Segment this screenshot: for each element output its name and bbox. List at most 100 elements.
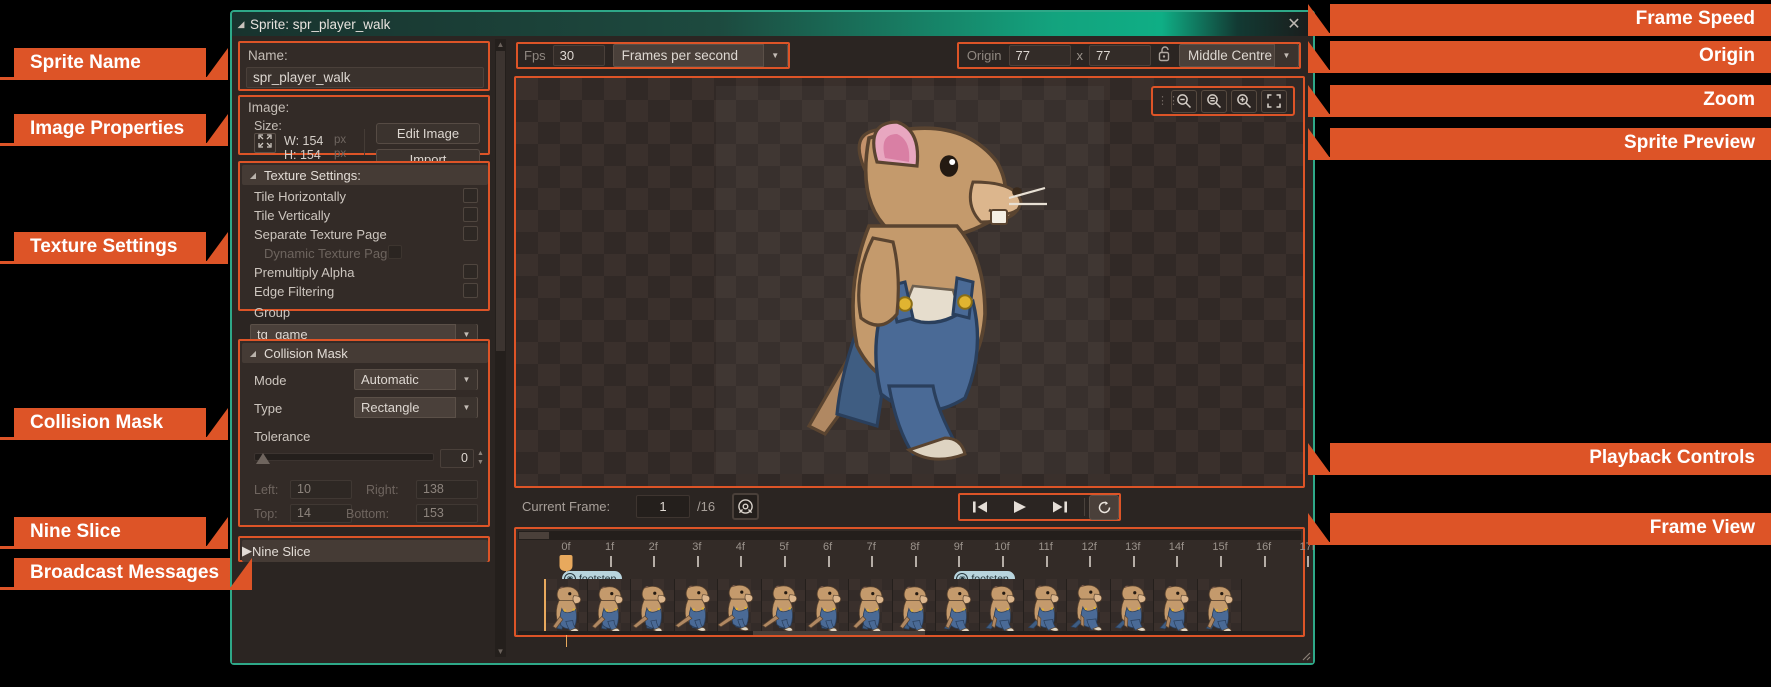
frame-view: 0f 1f 2f 3f 4f 5f 6f 7f 8f 9f 10f 11f 12f 13f 14f 15f 16… bbox=[514, 527, 1315, 647]
loop-toggle-icon[interactable] bbox=[1089, 494, 1119, 520]
frame-thumbnails[interactable] bbox=[518, 579, 1301, 635]
premultiply-alpha-checkbox[interactable] bbox=[463, 264, 478, 279]
frame-thumbnail[interactable] bbox=[544, 579, 588, 635]
sprite-name-input[interactable]: spr_player_walk bbox=[246, 67, 484, 88]
frame-thumbnail[interactable] bbox=[1110, 579, 1155, 635]
nine-slice-header[interactable]: ▶ Nine Slice bbox=[242, 540, 488, 562]
zoom-reset-icon[interactable] bbox=[1201, 89, 1227, 113]
annotation-leader-left-2 bbox=[0, 261, 228, 264]
frame-thumbnail[interactable] bbox=[892, 579, 937, 635]
chevron-down-icon[interactable]: ▼ bbox=[1274, 44, 1298, 67]
frame-thumbnail[interactable] bbox=[1198, 579, 1242, 635]
tile-horizontally-checkbox[interactable] bbox=[463, 188, 478, 203]
ruler-tick bbox=[827, 556, 830, 567]
ruler-tick-label: 15f bbox=[1212, 541, 1228, 553]
frame-thumbnail[interactable] bbox=[849, 579, 893, 635]
playhead-handle[interactable] bbox=[559, 555, 573, 571]
chevron-down-icon[interactable]: ▼ bbox=[762, 44, 787, 67]
collision-mask-header[interactable]: ◢ Collision Mask bbox=[242, 343, 488, 363]
close-icon[interactable]: ✕ bbox=[1281, 12, 1307, 36]
chevron-down-icon[interactable]: ▼ bbox=[455, 397, 477, 418]
skip-to-start-icon[interactable] bbox=[960, 493, 1000, 521]
zoom-out-icon[interactable] bbox=[1171, 89, 1197, 113]
current-frame-label: Current Frame: bbox=[522, 499, 611, 514]
texture-settings-header[interactable]: ◢ Texture Settings: bbox=[242, 165, 488, 185]
play-icon[interactable] bbox=[1000, 493, 1040, 521]
frame-thumbnail[interactable] bbox=[936, 579, 980, 635]
resize-arrows-icon[interactable] bbox=[254, 133, 276, 153]
annotation-leader-left-1 bbox=[0, 143, 228, 146]
frame-thumbnail[interactable] bbox=[805, 579, 850, 635]
ruler-tick bbox=[871, 556, 874, 567]
frame-thumbnail[interactable] bbox=[1067, 579, 1111, 635]
edge-filtering-checkbox[interactable] bbox=[463, 283, 478, 298]
ruler-tick-label: 4f bbox=[735, 541, 745, 553]
annotation-label-right-3: Sprite Preview bbox=[1308, 128, 1771, 158]
scroll-down-icon[interactable]: ▼ bbox=[496, 646, 505, 657]
frame-strip-scrollbar[interactable] bbox=[518, 631, 1301, 635]
ruler-tick bbox=[1263, 556, 1266, 567]
dynamic-texture-page-label: Dynamic Texture Page bbox=[264, 246, 395, 261]
dynamic-texture-page-checkbox bbox=[388, 245, 402, 259]
size-label: Size: bbox=[254, 119, 282, 133]
tolerance-stepper[interactable]: ▲ ▼ bbox=[474, 449, 487, 468]
ruler-tick-label: 11f bbox=[1038, 541, 1053, 553]
collision-type-select[interactable]: Rectangle ▼ bbox=[354, 397, 478, 418]
edit-image-button[interactable]: Edit Image bbox=[376, 123, 480, 144]
scrollbar-thumb[interactable] bbox=[496, 51, 505, 351]
frame-speed-group: Fps 30 Frames per second ▼ bbox=[516, 42, 790, 69]
current-frame-input[interactable]: 1 bbox=[636, 495, 690, 518]
scrollbar-thumb[interactable] bbox=[519, 532, 549, 539]
skip-to-end-icon[interactable] bbox=[1040, 493, 1080, 521]
frame-thumbnail[interactable] bbox=[1023, 579, 1068, 635]
origin-x-input[interactable]: 77 bbox=[1008, 45, 1071, 66]
drag-grip-icon[interactable]: ⋮⋮ bbox=[1157, 95, 1179, 106]
properties-scrollbar[interactable]: ▲ ▼ bbox=[495, 39, 506, 657]
ruler-tick bbox=[653, 556, 656, 567]
frame-view-hscrollbar[interactable] bbox=[518, 531, 1301, 540]
ruler-tick bbox=[740, 556, 743, 567]
frame-thumbnail[interactable] bbox=[674, 579, 719, 635]
stepper-up-icon[interactable]: ▲ bbox=[474, 449, 487, 458]
collision-mode-select[interactable]: Automatic ▼ bbox=[354, 369, 478, 390]
scroll-up-icon[interactable]: ▲ bbox=[496, 39, 505, 50]
sprite-toolbar: Fps 30 Frames per second ▼ Origin 77 x 7… bbox=[510, 39, 1309, 73]
chevron-down-icon[interactable]: ▼ bbox=[455, 369, 477, 390]
origin-y-input[interactable]: 77 bbox=[1089, 45, 1151, 66]
frame-ruler[interactable]: 0f 1f 2f 3f 4f 5f 6f 7f 8f 9f 10f 11f 12f 13f 14f 15f 16… bbox=[518, 541, 1315, 647]
bbox-top-value: 14 bbox=[290, 504, 352, 523]
origin-preset-select[interactable]: Middle Centre ▼ bbox=[1179, 44, 1299, 67]
ruler-tick-label: 5f bbox=[779, 541, 789, 553]
annotation-text: Image Properties bbox=[30, 118, 185, 139]
ruler-tick bbox=[1307, 556, 1310, 567]
tolerance-slider-knob[interactable] bbox=[256, 453, 270, 464]
collapse-triangle-icon[interactable]: ◢ bbox=[232, 19, 250, 30]
separate-texture-page-checkbox[interactable] bbox=[463, 226, 478, 241]
tolerance-slider[interactable] bbox=[254, 453, 434, 464]
frame-thumbnail[interactable] bbox=[718, 579, 762, 635]
scrollbar-thumb[interactable] bbox=[752, 631, 926, 635]
fps-input[interactable]: 30 bbox=[552, 45, 605, 66]
frame-thumbnail[interactable] bbox=[631, 579, 675, 635]
playback-bar: Current Frame: 1 /16 bbox=[514, 491, 1305, 523]
tile-vertically-checkbox[interactable] bbox=[463, 207, 478, 222]
frame-thumbnail[interactable] bbox=[980, 579, 1024, 635]
broadcast-message-icon[interactable] bbox=[732, 493, 759, 520]
fps-mode-select[interactable]: Frames per second ▼ bbox=[612, 44, 788, 67]
bbox-left-label: Left: bbox=[254, 483, 279, 497]
frame-thumbnail[interactable] bbox=[1154, 579, 1198, 635]
ruler-tick bbox=[1132, 556, 1135, 567]
annotation-text: Nine Slice bbox=[30, 521, 121, 542]
stepper-down-icon[interactable]: ▼ bbox=[474, 458, 487, 467]
frame-thumbnail[interactable] bbox=[762, 579, 806, 635]
frame-thumbnail[interactable] bbox=[587, 579, 632, 635]
window-resize-grip[interactable] bbox=[1297, 647, 1311, 661]
annotation-label-left-1: Image Properties bbox=[14, 114, 228, 144]
tolerance-value[interactable]: 0 bbox=[440, 449, 474, 468]
window-titlebar[interactable]: ◢ Sprite: spr_player_walk ✕ bbox=[232, 12, 1313, 36]
sprite-preview-canvas[interactable]: ⋮⋮ bbox=[514, 76, 1305, 488]
zoom-fit-icon[interactable] bbox=[1261, 89, 1287, 113]
total-frames-label: /16 bbox=[697, 499, 716, 514]
unlocked-padlock-icon[interactable] bbox=[1151, 45, 1179, 66]
zoom-in-icon[interactable] bbox=[1231, 89, 1257, 113]
